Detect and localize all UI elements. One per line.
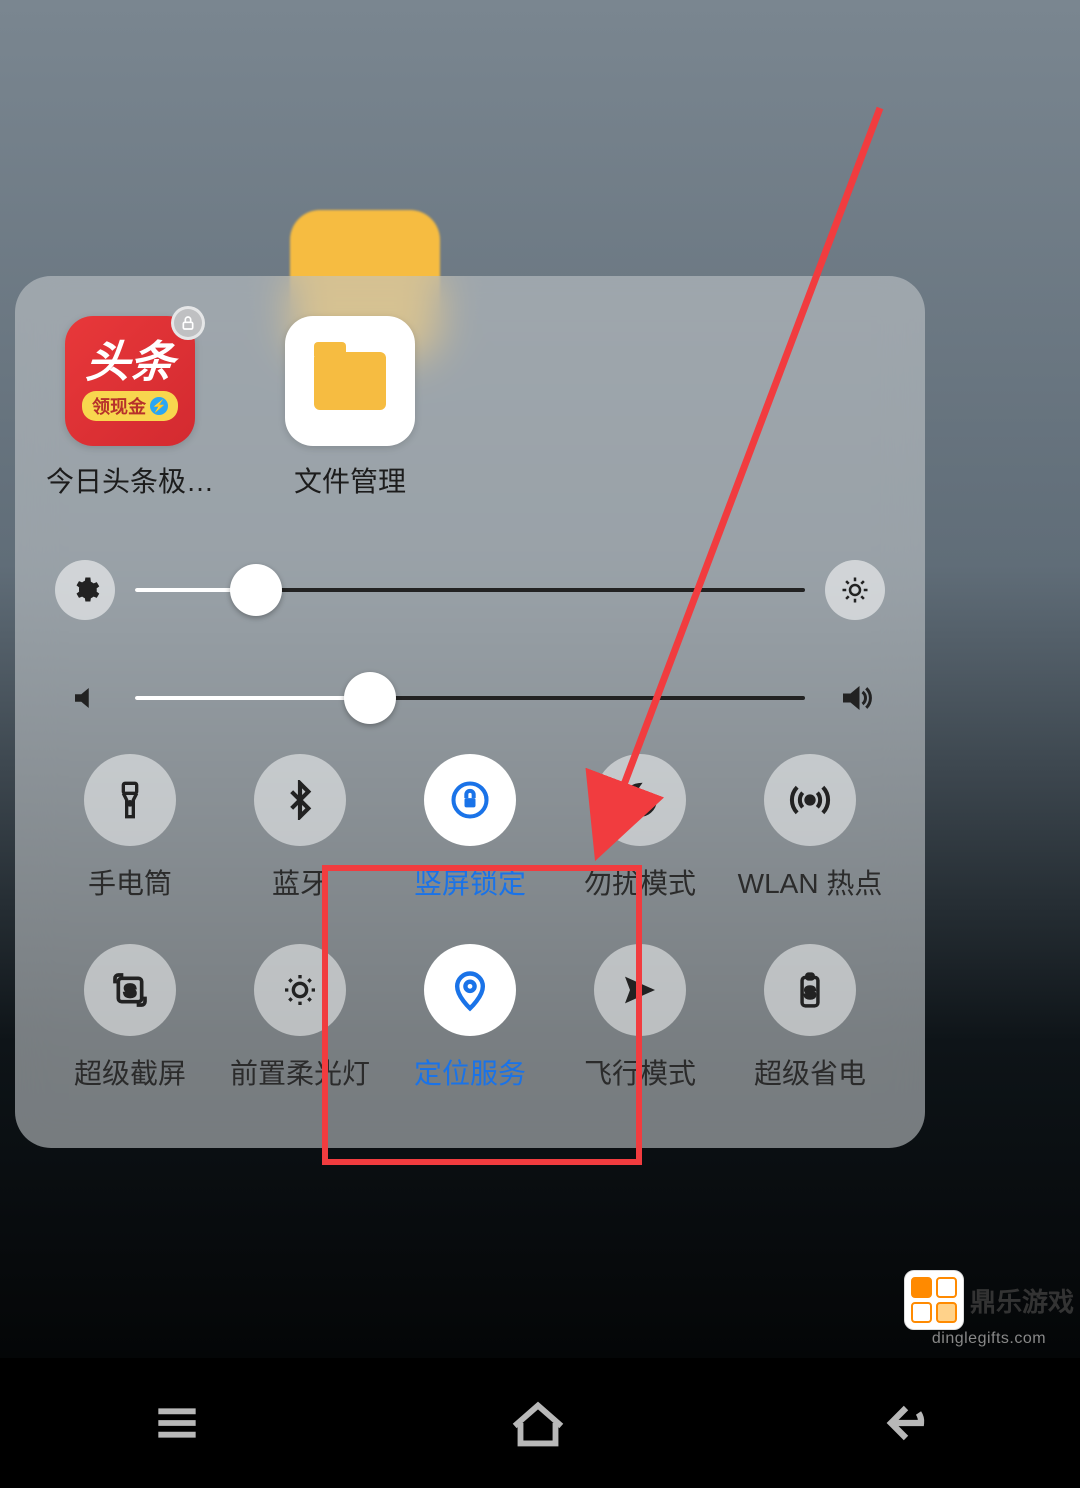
toggle-rotation-lock[interactable]: 竖屏锁定 — [385, 754, 555, 902]
toutiao-icon-text: 头条 — [84, 341, 176, 385]
toggle-label: 超级省电 — [754, 1052, 866, 1092]
recents-button[interactable] — [149, 1395, 205, 1451]
file-manager-icon — [285, 316, 415, 446]
toggle-label: 勿扰模式 — [584, 862, 696, 902]
toggle-label: 超级截屏 — [74, 1052, 186, 1092]
control-center-panel: 头条 领现金 ⚡ 今日头条极… 文件管理 — [15, 276, 925, 1148]
slider-thumb[interactable] — [230, 564, 282, 616]
back-icon — [871, 1393, 931, 1453]
settings-button[interactable] — [55, 560, 115, 620]
toutiao-icon: 头条 领现金 ⚡ — [65, 316, 195, 446]
recents-icon — [149, 1395, 205, 1451]
slider-thumb[interactable] — [344, 672, 396, 724]
app-shortcut-row: 头条 领现金 ⚡ 今日头条极… 文件管理 — [45, 316, 895, 530]
app-file-manager[interactable]: 文件管理 — [275, 316, 425, 500]
app-toutiao[interactable]: 头条 领现金 ⚡ 今日头条极… — [55, 316, 205, 500]
home-button[interactable] — [503, 1388, 573, 1458]
moon-icon — [620, 780, 660, 820]
brightness-icon — [840, 575, 870, 605]
toggle-label: 竖屏锁定 — [414, 862, 526, 902]
app-label: 今日头条极… — [46, 460, 214, 500]
android-navbar — [0, 1358, 1080, 1488]
brightness-slider[interactable] — [135, 588, 805, 592]
toggle-front-flash[interactable]: 前置柔光灯 — [215, 944, 385, 1092]
battery-save-icon: S — [791, 971, 829, 1009]
bluetooth-icon — [280, 780, 320, 820]
volume-slider[interactable] — [135, 696, 805, 700]
quick-toggles-grid: 手电筒 蓝牙 竖屏锁定 勿扰模式 WLAN 热点 S 超级截屏 — [45, 754, 895, 1092]
brightness-slider-row — [45, 560, 895, 620]
flashlight-icon — [110, 780, 150, 820]
volume-max-button[interactable] — [825, 668, 885, 728]
svg-text:S: S — [805, 985, 816, 1002]
toggle-location[interactable]: 定位服务 — [385, 944, 555, 1092]
toggle-label: 手电筒 — [88, 862, 172, 902]
toggle-bluetooth[interactable]: 蓝牙 — [215, 754, 385, 902]
watermark-title: 鼎乐游戏 — [970, 1282, 1074, 1319]
gear-icon — [70, 575, 100, 605]
mute-button[interactable] — [55, 668, 115, 728]
toggle-flashlight[interactable]: 手电筒 — [45, 754, 215, 902]
volume-slider-row — [45, 668, 895, 728]
toggle-powersave[interactable]: S 超级省电 — [725, 944, 895, 1092]
screenshot-icon: S — [110, 970, 150, 1010]
toggle-label: 蓝牙 — [272, 862, 328, 902]
watermark: 鼎乐游戏 dinglegifts.com — [898, 1264, 1080, 1348]
svg-text:S: S — [124, 982, 135, 1001]
bolt-icon: ⚡ — [150, 397, 168, 415]
volume-low-icon — [70, 683, 100, 713]
location-pin-icon — [448, 968, 492, 1012]
app-label: 文件管理 — [294, 460, 406, 500]
airplane-icon — [620, 970, 660, 1010]
toggle-label: 前置柔光灯 — [230, 1052, 370, 1092]
toggle-row-1: 手电筒 蓝牙 竖屏锁定 勿扰模式 WLAN 热点 — [45, 754, 895, 902]
toggle-label: WLAN 热点 — [738, 862, 883, 902]
toggle-airplane[interactable]: 飞行模式 — [555, 944, 725, 1092]
watermark-url: dinglegifts.com — [932, 1330, 1046, 1348]
hotspot-icon — [788, 778, 832, 822]
toutiao-icon-sub: 领现金 ⚡ — [82, 391, 178, 421]
toggle-hotspot[interactable]: WLAN 热点 — [725, 754, 895, 902]
back-button[interactable] — [871, 1393, 931, 1453]
lock-badge-icon — [171, 306, 205, 340]
rotation-lock-icon — [448, 778, 492, 822]
light-icon — [280, 970, 320, 1010]
toggle-label: 定位服务 — [414, 1052, 526, 1092]
toggle-dnd[interactable]: 勿扰模式 — [555, 754, 725, 902]
toggle-row-2: S 超级截屏 前置柔光灯 定位服务 飞行模式 S 超级省电 — [45, 944, 895, 1092]
watermark-logo-icon — [904, 1270, 964, 1330]
folder-icon — [314, 352, 386, 410]
home-icon — [503, 1388, 573, 1458]
toggle-screenshot[interactable]: S 超级截屏 — [45, 944, 215, 1092]
volume-high-icon — [837, 680, 873, 716]
brightness-max-button[interactable] — [825, 560, 885, 620]
toggle-label: 飞行模式 — [584, 1052, 696, 1092]
